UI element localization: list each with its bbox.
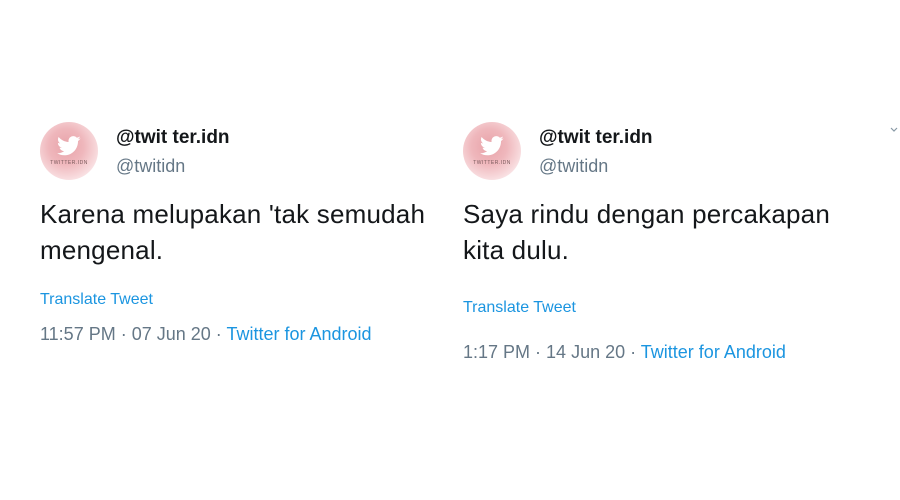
tweet-text-line: kita dulu.: [463, 235, 570, 265]
tweet-card-left[interactable]: TWITTER.IDN @twit ter.idn @twitidn Karen…: [40, 118, 460, 346]
user-handle[interactable]: @twitidn: [539, 154, 653, 178]
tweet-header: TWITTER.IDN @twit ter.idn @twitidn: [463, 118, 883, 182]
author-names: @twit ter.idn @twitidn: [539, 126, 653, 178]
avatar-label: TWITTER.IDN: [50, 160, 88, 166]
meta-separator: ·: [115, 324, 132, 344]
tweet-source-link[interactable]: Twitter for Android: [226, 324, 371, 344]
translate-tweet-link[interactable]: Translate Tweet: [40, 290, 460, 310]
tweet-text: Karena melupakan 'tak semudah mengenal.: [40, 196, 460, 268]
tweet-text-line: mengenal.: [40, 235, 164, 265]
twitter-bird-icon: [480, 136, 504, 156]
tweet-meta: 1:17 PM · 14 Jun 20 · Twitter for Androi…: [463, 340, 883, 364]
meta-separator: ·: [530, 342, 547, 362]
tweet-card-right[interactable]: TWITTER.IDN @twit ter.idn @twitidn Saya …: [463, 118, 883, 364]
translate-tweet-link[interactable]: Translate Tweet: [463, 298, 883, 318]
avatar-label: TWITTER.IDN: [473, 160, 511, 166]
tweet-source-link[interactable]: Twitter for Android: [641, 342, 786, 362]
display-name[interactable]: @twit ter.idn: [539, 126, 653, 150]
avatar[interactable]: TWITTER.IDN: [463, 122, 521, 180]
avatar[interactable]: TWITTER.IDN: [40, 122, 98, 180]
tweet-time[interactable]: 11:57 PM: [40, 324, 116, 344]
tweet-time[interactable]: 1:17 PM: [463, 342, 530, 362]
twitter-bird-icon: [57, 136, 81, 156]
tweet-text: Saya rindu dengan percakapan kita dulu.: [463, 196, 883, 268]
tweet-date[interactable]: 07 Jun 20: [132, 324, 211, 344]
display-name[interactable]: @twit ter.idn: [116, 126, 230, 150]
meta-separator: ·: [210, 324, 227, 344]
tweet-text-line: Saya rindu dengan percakapan: [463, 199, 830, 229]
tweet-text-line: Karena melupakan 'tak semudah: [40, 199, 426, 229]
screenshot-canvas: TWITTER.IDN @twit ter.idn @twitidn Karen…: [0, 0, 900, 500]
tweet-date[interactable]: 14 Jun 20: [546, 342, 625, 362]
tweet-header: TWITTER.IDN @twit ter.idn @twitidn: [40, 118, 460, 182]
user-handle[interactable]: @twitidn: [116, 154, 230, 178]
meta-separator: ·: [625, 342, 641, 362]
tweet-meta: 11:57 PM · 07 Jun 20 · Twitter for Andro…: [40, 322, 460, 346]
chevron-down-icon[interactable]: [890, 126, 898, 134]
author-names: @twit ter.idn @twitidn: [116, 126, 230, 178]
